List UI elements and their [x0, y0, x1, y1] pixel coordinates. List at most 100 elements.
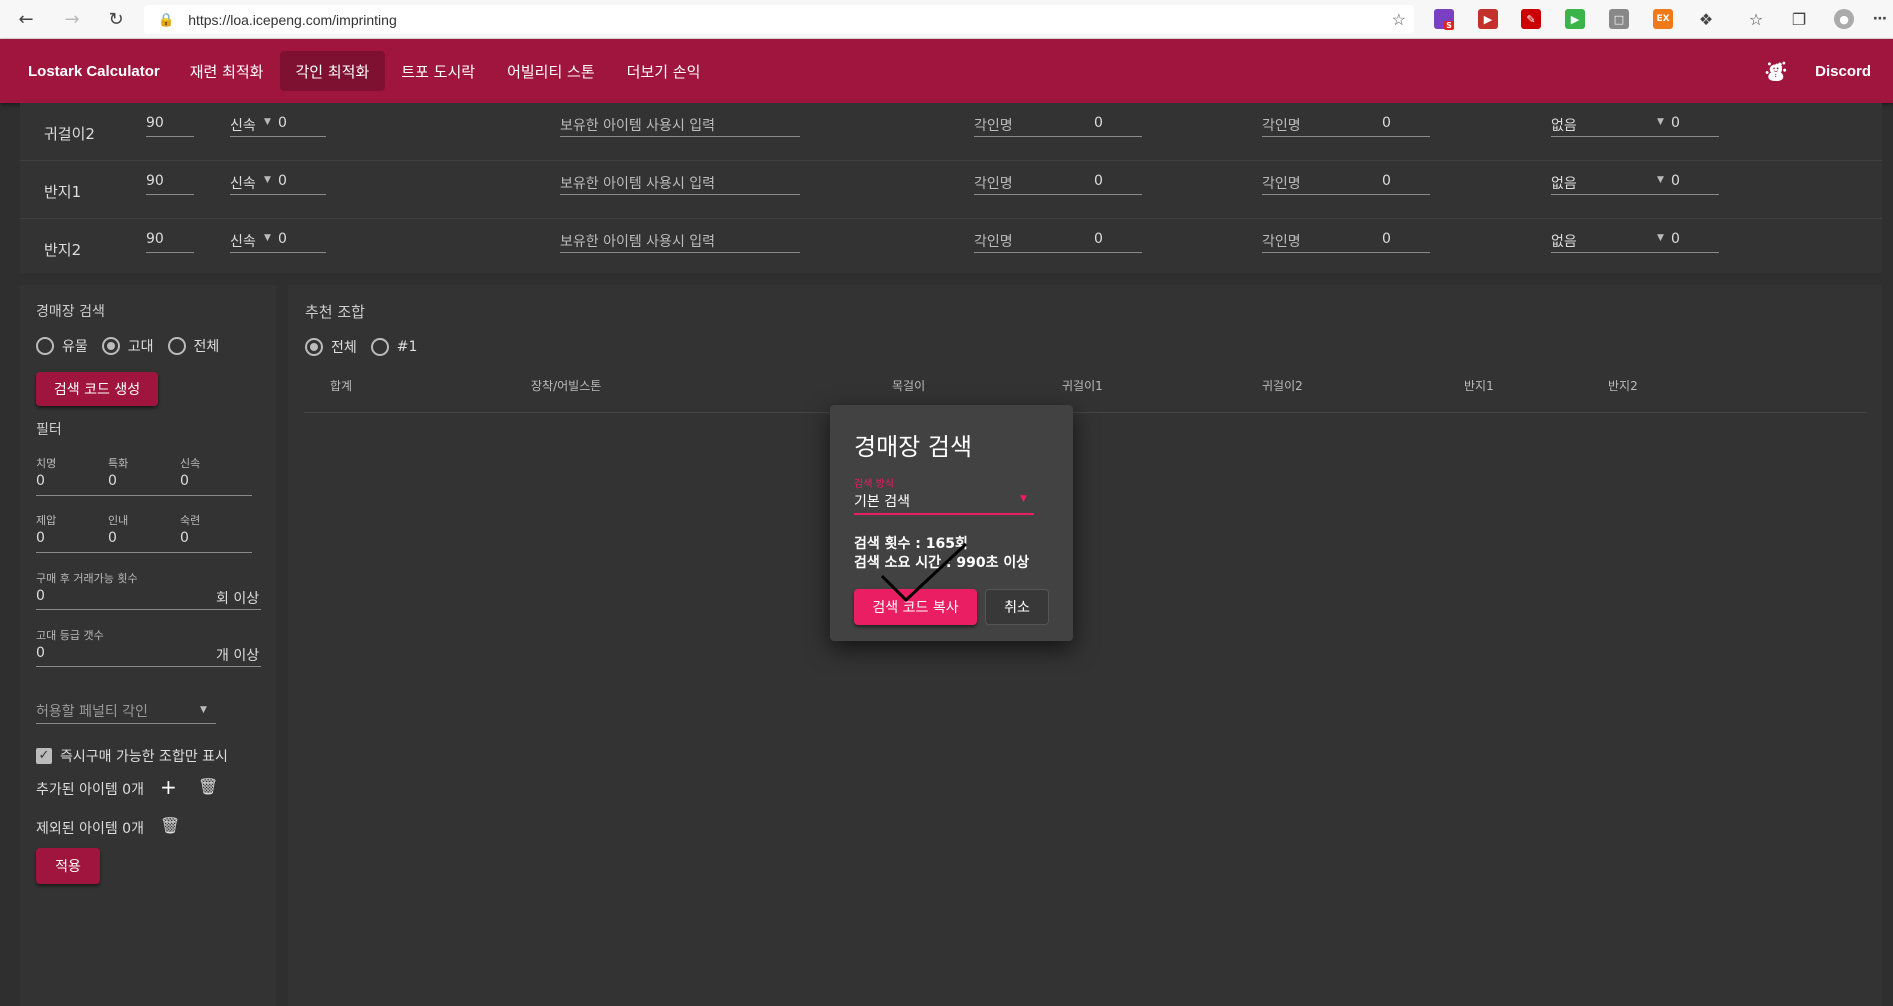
trade-count-input[interactable]: 0 — [36, 588, 45, 604]
grade-radio-group: 유물 고대 전체 — [36, 336, 219, 356]
chevron-down-icon: ▼ — [264, 117, 271, 127]
engraving1-field[interactable]: 각인명 0 — [974, 231, 1142, 253]
gear-row: 귀걸이2 90 신속 ▼ 0 보유한 아이템 사용시 입력 각인명 0 각인명 0 없음… — [20, 103, 1882, 161]
column-header[interactable]: 귀걸이2 — [1262, 377, 1303, 394]
media-extension-icon[interactable]: ▶ — [1565, 9, 1585, 29]
item-input[interactable]: 보유한 아이템 사용시 입력 — [560, 173, 800, 195]
ex-extension-label: EX — [1656, 14, 1670, 24]
column-header[interactable]: 합계 — [330, 377, 352, 394]
search-mode-select[interactable]: 기본 검색 — [854, 491, 910, 511]
trash-icon[interactable]: 🗑 — [160, 816, 180, 835]
engraving1-field[interactable]: 각인명 0 — [974, 173, 1142, 195]
chevron-down-icon[interactable]: ▼ — [1020, 494, 1027, 504]
trade-count-label: 구매 후 거래가능 횟수 — [36, 572, 138, 585]
stat-select[interactable]: 신속 ▼ 0 — [230, 173, 326, 195]
chevron-down-icon[interactable]: ▼ — [200, 705, 207, 715]
penalty-engraving-select[interactable]: 허용할 페널티 각인 — [36, 701, 148, 721]
quality-input[interactable]: 90 — [146, 231, 194, 253]
gear-name: 반지1 — [44, 183, 82, 201]
tab-engraving[interactable]: 각인 최적화 — [279, 51, 386, 91]
instant-buy-checkbox[interactable]: ✓ — [36, 748, 52, 764]
address-bar[interactable]: 🔒 https://loa.icepeng.com/imprinting ☆ — [144, 5, 1414, 34]
instant-buy-label: 즉시구매 가능한 조합만 표시 — [60, 749, 228, 765]
ancient-count-input[interactable]: 0 — [36, 645, 45, 661]
gear-name: 반지2 — [44, 241, 82, 259]
panel-title: 경매장 검색 — [36, 304, 105, 320]
app-bar: Lostark Calculator 재련 최적화 각인 최적화 트포 도시락 … — [0, 39, 1893, 103]
collections-icon[interactable]: ❐ — [1789, 9, 1809, 29]
twitch-extension-icon[interactable]: S — [1434, 9, 1454, 30]
penalty-select[interactable]: 없음 ▼ 0 — [1551, 173, 1719, 195]
generate-code-button[interactable]: 검색 코드 생성 — [36, 372, 158, 406]
back-icon[interactable]: ← — [6, 0, 46, 39]
add-icon[interactable]: + — [160, 775, 177, 799]
chevron-down-icon: ▼ — [264, 233, 271, 243]
item-input[interactable]: 보유한 아이템 사용시 입력 — [560, 231, 800, 253]
column-header[interactable]: 목걸이 — [892, 377, 925, 394]
chevron-down-icon: ▼ — [264, 175, 271, 185]
stat-input[interactable]: 0 — [180, 530, 189, 546]
radio-relic[interactable]: 유물 — [36, 336, 88, 356]
item-input[interactable]: 보유한 아이템 사용시 입력 — [560, 115, 800, 137]
engraving2-field[interactable]: 각인명 0 — [1262, 115, 1430, 137]
checkmark-annotation-icon — [880, 542, 968, 603]
penalty-select[interactable]: 없음 ▼ 0 — [1551, 115, 1719, 137]
table-header-divider — [304, 412, 1866, 413]
dialog-title: 경매장 검색 — [854, 433, 973, 461]
profile-avatar-icon[interactable]: ● — [1834, 9, 1854, 29]
divider — [36, 609, 261, 610]
favorites-icon[interactable]: ☆ — [1746, 9, 1766, 29]
ancient-count-label: 고대 등급 갯수 — [36, 629, 104, 642]
brand-title[interactable]: Lostark Calculator — [28, 63, 160, 80]
window-extension-icon[interactable]: □ — [1609, 9, 1629, 29]
ex-extension-icon[interactable]: EX — [1653, 9, 1673, 29]
stat-select[interactable]: 신속 ▼ 0 — [230, 115, 326, 137]
engraving1-field[interactable]: 각인명 0 — [974, 115, 1142, 137]
combo-filter-radio-group: 전체 #1 — [305, 337, 417, 357]
added-items-label: 추가된 아이템 0개 — [36, 782, 144, 798]
divider — [36, 552, 252, 553]
reload-icon[interactable]: ↻ — [96, 0, 136, 39]
trash-icon[interactable]: 🗑 — [198, 777, 218, 796]
radio-first[interactable]: #1 — [370, 338, 417, 356]
pdf-extension-icon[interactable]: ✎ — [1521, 9, 1541, 29]
stat-label: 인내 — [108, 514, 129, 527]
penalty-select[interactable]: 없음 ▼ 0 — [1551, 231, 1719, 253]
forward-icon[interactable]: → — [52, 0, 92, 39]
quality-input[interactable]: 90 — [146, 115, 194, 137]
stat-input[interactable]: 0 — [36, 530, 45, 546]
tab-refine[interactable]: 재련 최적화 — [174, 51, 280, 91]
stat-input[interactable]: 0 — [36, 473, 45, 489]
stat-input[interactable]: 0 — [108, 473, 117, 489]
engraving2-field[interactable]: 각인명 0 — [1262, 231, 1430, 253]
radio-ancient[interactable]: 고대 — [101, 336, 154, 356]
recommended-combos-panel: 추천 조합 전체 #1 합계 장착/어빌스톤 목걸이 귀걸이1 귀걸이2 반지1… — [288, 285, 1882, 1006]
theme-paint-icon[interactable]: ⛇ — [1765, 55, 1787, 87]
radio-all[interactable]: 전체 — [305, 337, 357, 357]
column-header[interactable]: 반지1 — [1464, 377, 1494, 394]
tab-ability-stone[interactable]: 어빌리티 스톤 — [491, 51, 611, 91]
panel-title: 추천 조합 — [305, 303, 365, 321]
youtube-extension-icon[interactable]: ▶ — [1478, 9, 1498, 29]
column-header[interactable]: 장착/어빌스톤 — [531, 377, 601, 394]
column-header[interactable]: 귀걸이1 — [1062, 377, 1103, 394]
stat-select[interactable]: 신속 ▼ 0 — [230, 231, 326, 253]
gear-row: 반지2 90 신속 ▼ 0 보유한 아이템 사용시 입력 각인명 0 각인명 0 없음 ▼… — [20, 219, 1882, 277]
engraving2-field[interactable]: 각인명 0 — [1262, 173, 1430, 195]
more-menu-icon[interactable]: ⋯ — [1870, 9, 1890, 29]
favorite-add-icon[interactable]: ☆ — [1392, 10, 1406, 30]
discord-link[interactable]: Discord — [1815, 63, 1871, 80]
stat-input[interactable]: 0 — [108, 530, 117, 546]
apply-button[interactable]: 적용 — [36, 848, 100, 884]
gear-row: 반지1 90 신속 ▼ 0 보유한 아이템 사용시 입력 각인명 0 각인명 0 없음 ▼… — [20, 161, 1882, 219]
cancel-button[interactable]: 취소 — [985, 589, 1049, 625]
stat-label: 특화 — [108, 457, 129, 470]
stat-input[interactable]: 0 — [180, 473, 189, 489]
tab-tripod[interactable]: 트포 도시락 — [385, 51, 491, 91]
radio-all[interactable]: 전체 — [167, 336, 219, 356]
chevron-down-icon: ▼ — [1657, 233, 1664, 243]
tab-more-profit[interactable]: 더보기 손익 — [611, 51, 717, 91]
quality-input[interactable]: 90 — [146, 173, 194, 195]
column-header[interactable]: 반지2 — [1608, 377, 1638, 394]
puzzle-extensions-icon[interactable]: ❖ — [1696, 9, 1716, 29]
